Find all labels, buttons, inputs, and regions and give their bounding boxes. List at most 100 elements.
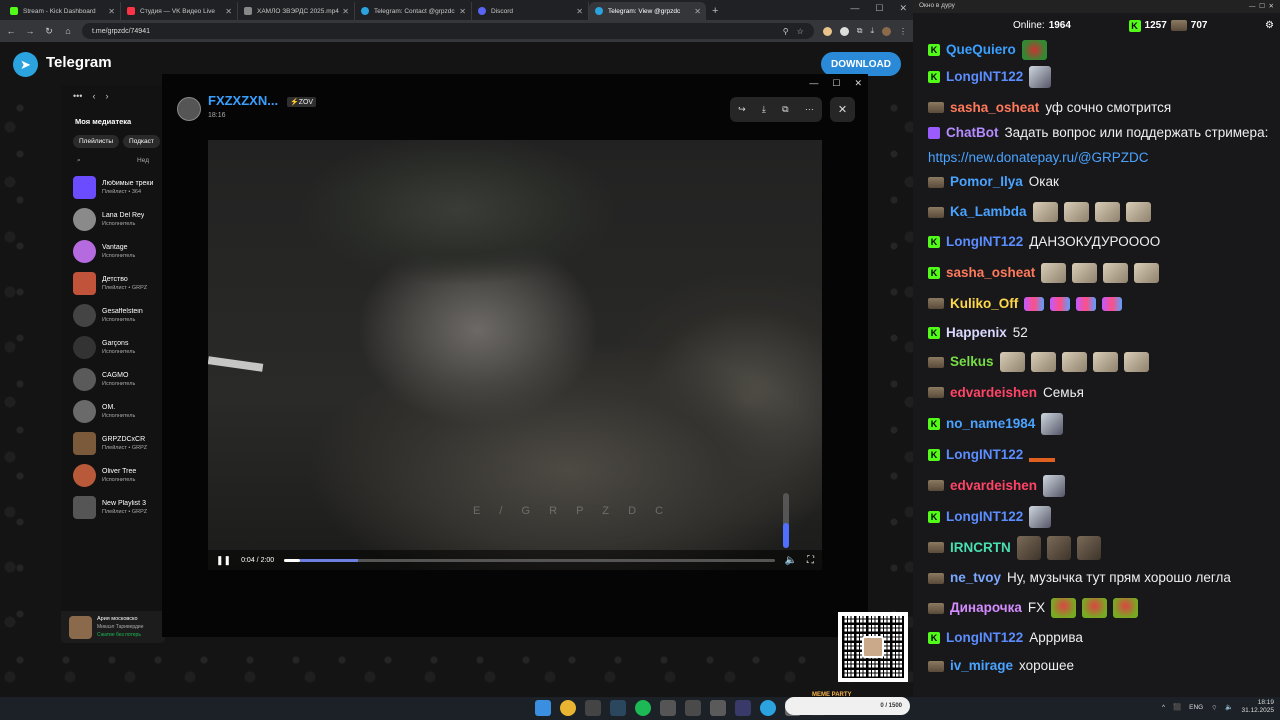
library-item[interactable]: Oliver Tree Исполнитель — [61, 459, 165, 491]
library-item[interactable]: Любимые треки Плейлист • 364 — [61, 171, 165, 203]
close-tab-icon[interactable]: ✕ — [342, 7, 349, 16]
tab-vk-studio[interactable]: Студия — VK Видео Live ✕ — [121, 2, 238, 20]
app-icon[interactable] — [660, 700, 676, 716]
chat-username[interactable]: sasha_osheat — [950, 99, 1039, 117]
tray-chevron-icon[interactable]: ^ — [1162, 704, 1165, 711]
library-item[interactable]: CAGMO Исполнитель — [61, 363, 165, 395]
channel-name[interactable]: FXZXZXN... — [208, 93, 278, 108]
chat-username[interactable]: no_name1984 — [946, 415, 1035, 433]
chat-username[interactable]: ChatBot — [946, 124, 999, 142]
chat-username[interactable]: LongINT122 — [946, 446, 1023, 464]
video-player[interactable]: E / G R P Z D C — [208, 140, 822, 570]
app-icon[interactable] — [585, 700, 601, 716]
maximize-icon[interactable]: ☐ — [832, 78, 840, 89]
maximize-icon[interactable]: ☐ — [875, 3, 883, 14]
menu-dots-icon[interactable]: ⋮ — [899, 27, 907, 36]
library-item[interactable]: Lana Del Rey Исполнитель — [61, 203, 165, 235]
channel-avatar[interactable] — [177, 97, 201, 121]
library-item[interactable]: Vantage Исполнитель — [61, 235, 165, 267]
chat-username[interactable]: edvardeishen — [950, 384, 1037, 402]
download-button[interactable]: DOWNLOAD — [821, 52, 901, 76]
close-tab-icon[interactable]: ✕ — [225, 7, 232, 16]
app-icon[interactable] — [710, 700, 726, 716]
volume-icon[interactable]: 🔈 — [785, 555, 797, 566]
download-icon[interactable]: ⤓ — [762, 104, 766, 115]
tab-discord[interactable]: Discord ✕ — [472, 2, 589, 20]
filter-playlists[interactable]: Плейлисты — [73, 135, 120, 148]
close-tab-icon[interactable]: ✕ — [108, 7, 115, 16]
spotify-icon[interactable] — [635, 700, 651, 716]
now-playing-bar[interactable]: Ария московско Микаэл Таривердие Сжатие … — [61, 611, 165, 643]
more-icon[interactable]: ⋯ — [805, 104, 814, 115]
telegram-logo-icon[interactable]: ➤ — [13, 52, 38, 77]
download-icon[interactable]: ⤓ — [870, 26, 874, 36]
extension-icon[interactable] — [822, 26, 832, 36]
tab-telegram-view[interactable]: Telegram: View @grpzdc ✕ — [589, 2, 706, 20]
library-item[interactable]: OM. Исполнитель — [61, 395, 165, 427]
pause-icon[interactable]: ❚❚ — [216, 555, 231, 566]
chat-username[interactable]: sasha_osheat — [946, 264, 1035, 282]
library-item[interactable]: GRPZDCxCR Плейлист • GRPZ — [61, 427, 165, 459]
open-external-icon[interactable]: ⧉ — [782, 104, 788, 115]
minimize-icon[interactable]: — — [850, 3, 859, 14]
chat-username[interactable]: LongINT122 — [946, 629, 1023, 647]
chat-link[interactable]: https://new.donatepay.ru/@GRPZDC — [928, 149, 1149, 167]
back-arrow-icon[interactable]: ← — [6, 26, 16, 36]
back-arrow-icon[interactable]: ‹ — [92, 91, 95, 101]
chat-username[interactable]: QueQuiero — [946, 41, 1016, 59]
app-icon[interactable] — [685, 700, 701, 716]
puzzle-icon[interactable]: ⧉ — [857, 26, 863, 36]
filter-podcasts[interactable]: Подкаст — [123, 135, 160, 148]
app-icon[interactable] — [735, 700, 751, 716]
forward-arrow-icon[interactable]: → — [25, 26, 35, 36]
more-icon[interactable]: ••• — [73, 91, 82, 101]
close-window-icon[interactable]: ✕ — [899, 3, 907, 14]
extension-icon[interactable] — [839, 26, 849, 36]
profile-avatar-icon[interactable] — [882, 26, 891, 36]
chat-username[interactable]: iv_mirage — [950, 657, 1013, 675]
speaker-icon[interactable]: 🔈 — [1225, 703, 1233, 711]
zoom-icon[interactable]: ⚲ — [783, 27, 789, 36]
chat-username[interactable]: Happenix — [946, 324, 1007, 342]
library-item[interactable]: Gesaffelstein Исполнитель — [61, 299, 165, 331]
chat-username[interactable]: LongINT122 — [946, 233, 1023, 251]
chat-username[interactable]: LongINT122 — [946, 508, 1023, 526]
volume-slider[interactable] — [783, 493, 789, 548]
clock[interactable]: 18:19 31.12.2025 — [1241, 699, 1274, 715]
home-icon[interactable]: ⌂ — [63, 26, 73, 36]
chat-username[interactable]: ne_tvoy — [950, 569, 1001, 587]
library-item[interactable]: New Playlist 3 Плейлист • GRPZ — [61, 491, 165, 523]
close-tab-icon[interactable]: ✕ — [694, 7, 701, 16]
fullscreen-icon[interactable]: ⛶ — [807, 555, 814, 566]
chat-username[interactable]: LongINT122 — [946, 68, 1023, 86]
forward-icon[interactable]: ↪ — [738, 104, 746, 115]
sort-label[interactable]: Нед — [137, 157, 149, 165]
windows-start-icon[interactable] — [535, 700, 551, 716]
telegram-icon[interactable] — [760, 700, 776, 716]
chat-username[interactable]: IRNCRTN — [950, 539, 1011, 557]
chat-username[interactable]: Selkus — [950, 353, 994, 371]
chat-username[interactable]: Pomor_Ilya — [950, 173, 1023, 191]
tab-kick-dashboard[interactable]: Stream - Kick Dashboard ✕ — [4, 2, 121, 20]
seek-bar[interactable] — [284, 558, 775, 562]
chat-username[interactable]: Ka_Lambda — [950, 203, 1027, 221]
close-viewer-button[interactable]: ✕ — [830, 97, 855, 122]
search-icon[interactable]: ⌕ — [77, 157, 81, 165]
reload-icon[interactable]: ↻ — [44, 26, 54, 37]
star-icon[interactable]: ☆ — [797, 27, 804, 36]
close-tab-icon[interactable]: ✕ — [576, 7, 583, 16]
tab-video-file[interactable]: ХАМЛО ЗВЭРДС 2025.mp4 ✕ — [238, 2, 355, 20]
library-item[interactable]: Garçons Исполнитель — [61, 331, 165, 363]
tray-app-icon[interactable]: ⬛ — [1173, 703, 1181, 711]
close-window-icon[interactable]: ✕ — [854, 78, 862, 89]
chat-username[interactable]: Динарочка — [950, 599, 1022, 617]
network-icon[interactable]: ⌔ — [1211, 703, 1217, 712]
minimize-icon[interactable]: — — [809, 78, 818, 89]
steam-icon[interactable] — [610, 700, 626, 716]
tab-telegram-contact[interactable]: Telegram: Contact @grpzdc ✕ — [355, 2, 472, 20]
library-item[interactable]: Детство Плейлист • GRPZ — [61, 267, 165, 299]
chat-username[interactable]: Kuliko_Off — [950, 295, 1018, 313]
chrome-icon[interactable] — [560, 700, 576, 716]
forward-arrow-icon[interactable]: › — [105, 91, 108, 101]
chat-username[interactable]: edvardeishen — [950, 477, 1037, 495]
